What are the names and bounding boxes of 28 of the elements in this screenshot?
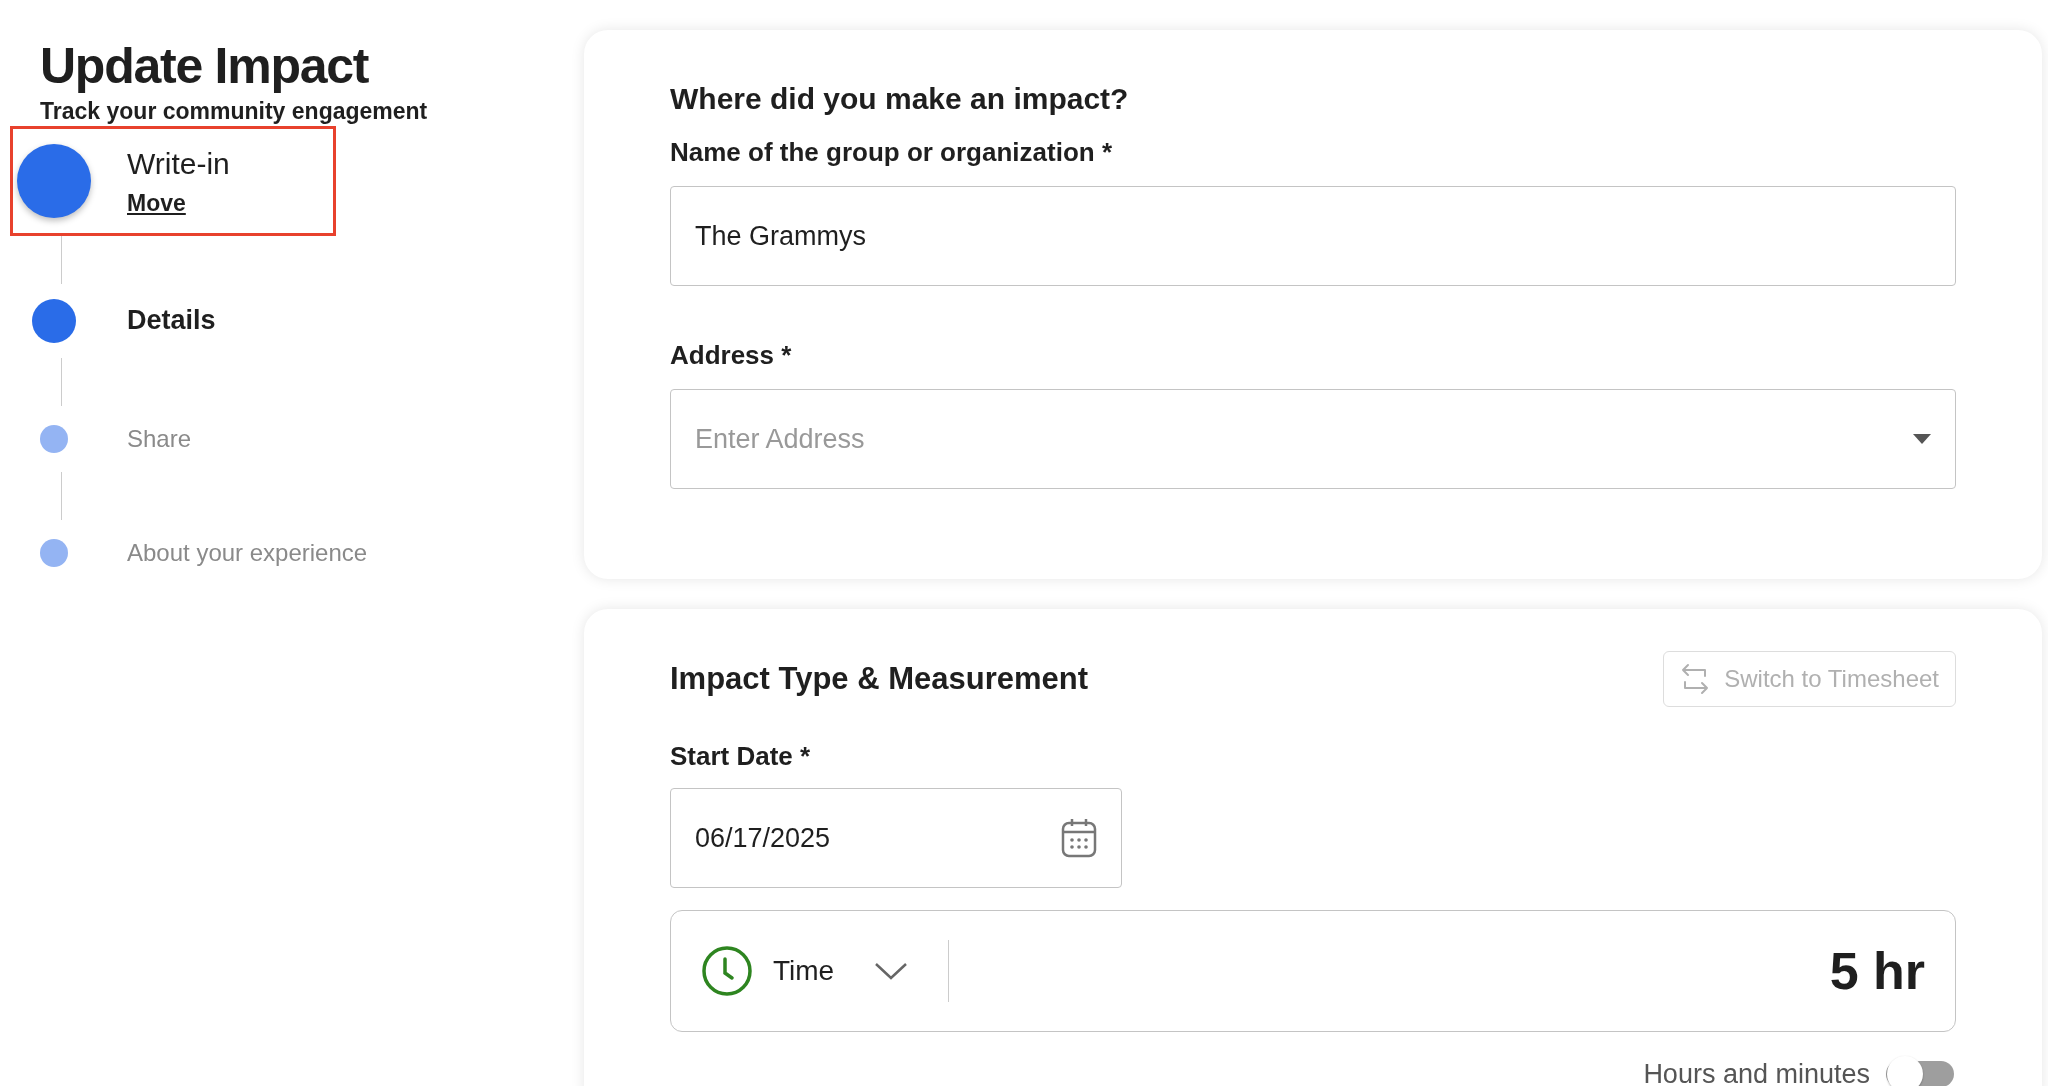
section-heading: Where did you make an impact?	[670, 81, 1130, 117]
chevron-down-icon	[874, 962, 909, 980]
page-title: Update Impact	[40, 37, 370, 96]
step-item[interactable]: Write-in Move	[10, 126, 336, 236]
caret-icon	[1913, 434, 1931, 444]
text-input[interactable]: The Grammys	[670, 186, 1956, 286]
calendar-icon	[1061, 818, 1097, 858]
step-item[interactable]: Details	[10, 283, 336, 358]
step-label: About your experience	[127, 537, 368, 568]
field-label: Address *	[670, 339, 793, 372]
step-label: Details	[127, 304, 216, 338]
amount-value: 5 hr	[1829, 941, 1925, 1002]
date-field[interactable]: 06/17/2025	[670, 788, 1122, 888]
clock-icon	[701, 945, 753, 997]
section-heading: Impact Type & Measurement	[670, 659, 1089, 698]
address-input[interactable]: Enter Address	[695, 418, 1913, 460]
swap-icon	[1680, 662, 1711, 696]
field-label: Start Date *	[670, 740, 812, 773]
step-label: Share	[127, 423, 192, 454]
field-label: Name of the group or organization *	[670, 136, 1113, 169]
date-value: 06/17/2025	[695, 821, 831, 855]
page-subtitle: Track your community engagement	[40, 97, 429, 126]
hours-minutes-toggle[interactable]	[1886, 1055, 1956, 1086]
toggle-label: Hours and minutes	[1643, 1058, 1870, 1086]
step-label: Write-in	[127, 146, 230, 182]
address-dropdown[interactable]: Enter Address	[670, 389, 1956, 489]
impact-type-dropdown[interactable]: Time	[701, 940, 950, 1002]
move-link[interactable]: Move	[127, 186, 230, 221]
